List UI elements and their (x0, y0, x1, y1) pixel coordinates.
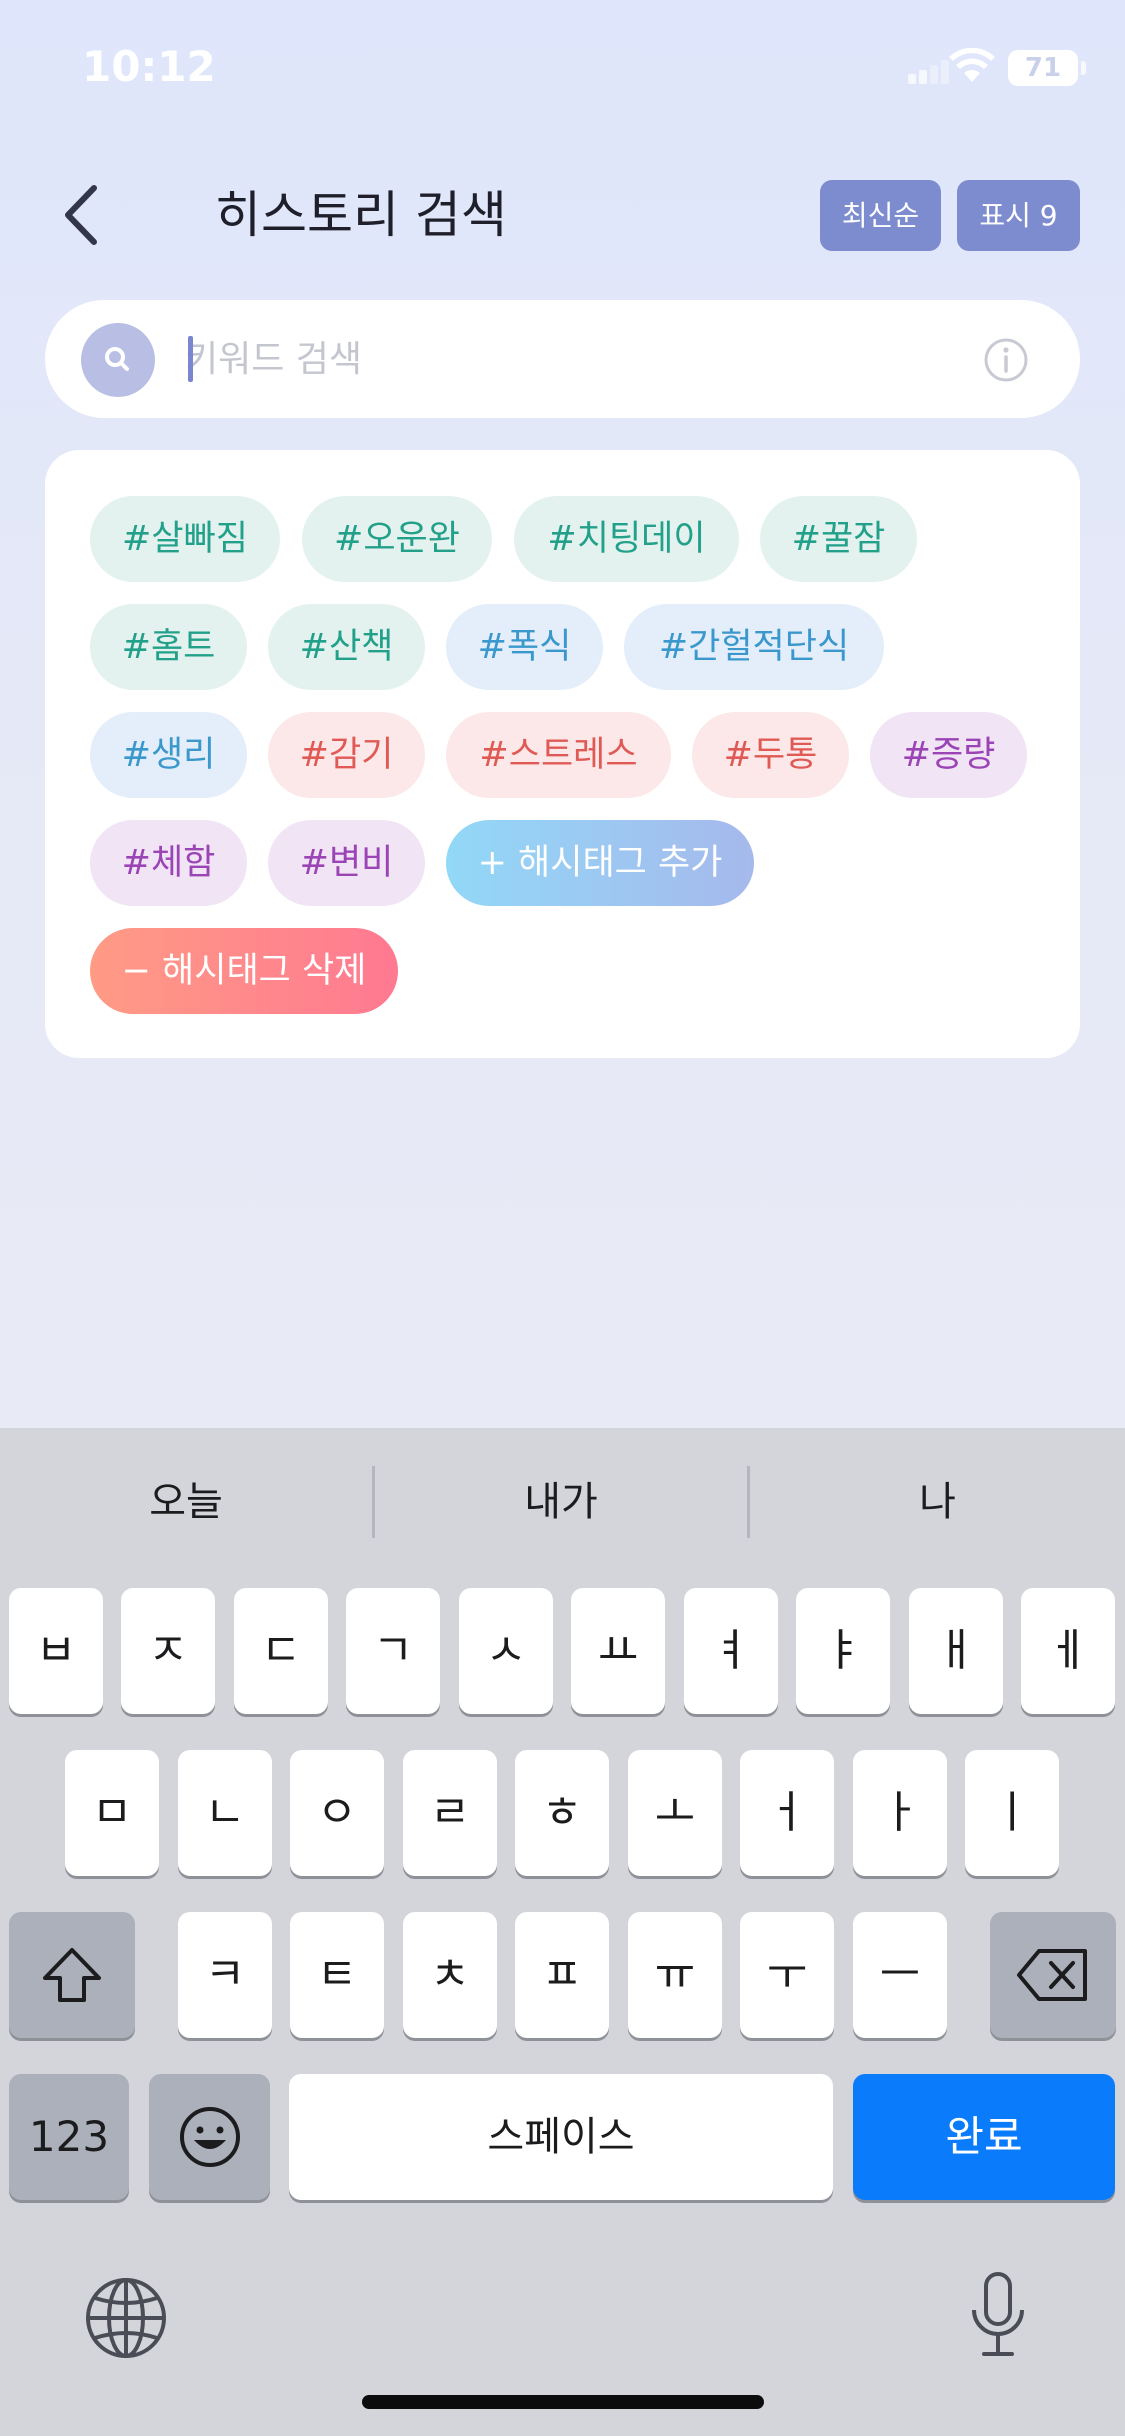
keyboard: 오늘 내가 나 ㅂ ㅈ ㄷ ㄱ ㅅ ㅛ ㅕ ㅑ ㅐ ㅔ ㅁ ㄴ ㅇ ㄹ ㅎ ㅗ … (0, 1428, 1125, 2436)
globe-icon[interactable] (84, 2276, 168, 2360)
suggestion-1[interactable]: 오늘 (0, 1462, 372, 1542)
hashtag-chip[interactable]: #폭식 (446, 604, 603, 690)
key[interactable]: ㅡ (853, 1912, 947, 2038)
shift-key[interactable] (9, 1912, 135, 2038)
key[interactable]: ㅔ (1021, 1588, 1115, 1714)
hashtag-chip[interactable]: #두통 (692, 712, 849, 798)
wifi-icon (949, 48, 995, 82)
delete-hashtag-button[interactable]: − 해시태그 삭제 (90, 928, 398, 1014)
back-button[interactable] (58, 180, 108, 250)
hashtag-chip[interactable]: #오운완 (302, 496, 492, 582)
hashtag-chip[interactable]: #산책 (268, 604, 425, 690)
add-hashtag-button[interactable]: + 해시태그 추가 (446, 820, 754, 906)
key[interactable]: ㅊ (403, 1912, 497, 2038)
hashtag-chip[interactable]: #체함 (90, 820, 247, 906)
key[interactable]: ㅕ (684, 1588, 778, 1714)
key[interactable]: ㅏ (853, 1750, 947, 1876)
key[interactable]: ㅋ (178, 1912, 272, 2038)
space-key[interactable]: 스페이스 (289, 2074, 833, 2200)
chevron-left-icon (65, 185, 97, 245)
hashtag-chip[interactable]: #홈트 (90, 604, 247, 690)
home-indicator (362, 2395, 764, 2409)
hashtag-chip[interactable]: #간헐적단식 (624, 604, 884, 690)
emoji-key[interactable] (149, 2074, 270, 2200)
hashtag-chip[interactable]: #치팅데이 (514, 496, 739, 582)
page-title: 히스토리 검색 (215, 186, 507, 244)
hashtag-chip[interactable]: #변비 (268, 820, 425, 906)
key[interactable]: ㅣ (965, 1750, 1059, 1876)
key[interactable]: ㅈ (121, 1588, 215, 1714)
shift-icon (43, 1948, 101, 2002)
hashtag-chip[interactable]: #증량 (870, 712, 1027, 798)
sort-button[interactable]: 최신순 (820, 180, 941, 251)
key[interactable]: ㅑ (796, 1588, 890, 1714)
key[interactable]: ㅌ (290, 1912, 384, 2038)
text-cursor (188, 336, 193, 382)
key[interactable]: ㅓ (740, 1750, 834, 1876)
numbers-key[interactable]: 123 (9, 2074, 129, 2200)
key[interactable]: ㅐ (909, 1588, 1003, 1714)
hashtag-chip[interactable]: #스트레스 (446, 712, 671, 798)
emoji-icon (179, 2107, 240, 2167)
key[interactable]: ㅅ (459, 1588, 553, 1714)
search-icon (105, 347, 129, 371)
search-input[interactable] (185, 324, 985, 394)
microphone-icon[interactable] (968, 2270, 1028, 2360)
key[interactable]: ㅎ (515, 1750, 609, 1876)
suggestion-3[interactable]: 나 (750, 1462, 1125, 1542)
key[interactable]: ㅗ (628, 1750, 722, 1876)
key[interactable]: ㅁ (65, 1750, 159, 1876)
key[interactable]: ㄷ (234, 1588, 328, 1714)
key[interactable]: ㄹ (403, 1750, 497, 1876)
key[interactable]: ㅍ (515, 1912, 609, 2038)
hashtag-chip[interactable]: #생리 (90, 712, 247, 798)
key[interactable]: ㅜ (740, 1912, 834, 2038)
hashtag-card: #살빠짐 #오운완 #치팅데이 #꿀잠 #홈트 #산책 #폭식 #간헐적단식 #… (45, 450, 1080, 1058)
cellular-signal-icon (908, 60, 949, 84)
key[interactable]: ㅠ (628, 1912, 722, 2038)
key[interactable]: ㅛ (571, 1588, 665, 1714)
search-bar (45, 300, 1080, 418)
battery-tip (1081, 61, 1086, 75)
hashtag-chip[interactable]: #꿀잠 (760, 496, 917, 582)
hashtag-chip[interactable]: #살빠짐 (90, 496, 280, 582)
key[interactable]: ㄴ (178, 1750, 272, 1876)
key[interactable]: ㄱ (346, 1588, 440, 1714)
done-key[interactable]: 완료 (853, 2074, 1115, 2200)
status-bar: 10:12 71 (0, 0, 1125, 140)
key[interactable]: ㅇ (290, 1750, 384, 1876)
status-time: 10:12 (82, 42, 216, 91)
search-button[interactable] (81, 323, 155, 397)
key[interactable]: ㅂ (9, 1588, 103, 1714)
hashtag-chip[interactable]: #감기 (268, 712, 425, 798)
backspace-key[interactable] (990, 1912, 1116, 2038)
display-count-button[interactable]: 표시 9 (957, 180, 1080, 251)
info-icon[interactable] (983, 337, 1029, 383)
battery-icon: 71 (1008, 50, 1078, 86)
suggestion-2[interactable]: 내가 (375, 1462, 747, 1542)
backspace-icon (1017, 1949, 1087, 2001)
